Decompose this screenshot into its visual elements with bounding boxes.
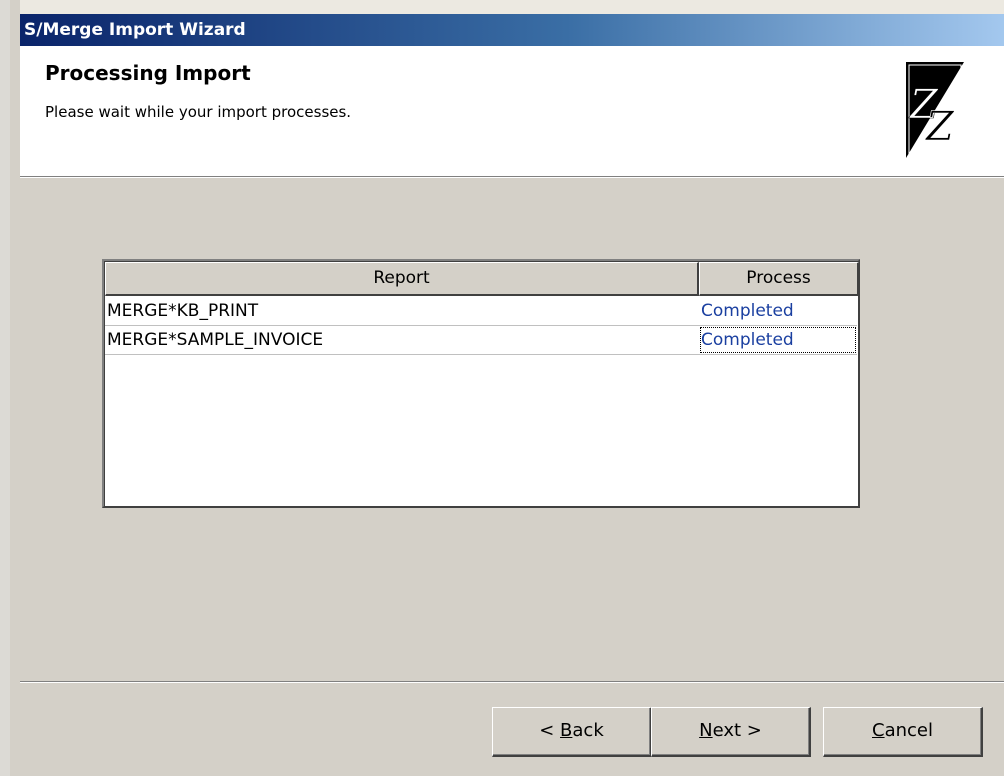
process-status-cell: Completed <box>701 301 794 321</box>
footer-separator <box>20 681 1004 683</box>
list-item[interactable]: MERGE*SAMPLE_INVOICE Completed <box>105 326 857 355</box>
cancel-button-mnemonic: C <box>872 720 885 741</box>
next-button[interactable]: Next > <box>651 707 811 757</box>
list-item[interactable]: MERGE*KB_PRINT Completed <box>105 297 857 326</box>
report-name-cell: MERGE*SAMPLE_INVOICE <box>107 330 324 350</box>
wizard-header: Processing Import Please wait while your… <box>20 46 1004 176</box>
cancel-button-label: ancel <box>884 720 933 741</box>
column-header-report[interactable]: Report <box>105 262 699 296</box>
window-title: S/Merge Import Wizard <box>24 20 246 40</box>
zz-logo-icon: Z Z <box>906 62 964 158</box>
top-strip <box>20 0 1004 14</box>
page-title: Processing Import <box>45 61 251 85</box>
import-report-list[interactable]: Report Process MERGE*KB_PRINT Completed … <box>102 259 860 508</box>
next-button-mnemonic: N <box>699 720 713 741</box>
list-rows: MERGE*KB_PRINT Completed MERGE*SAMPLE_IN… <box>105 297 857 355</box>
back-button-label: ack <box>572 720 604 741</box>
svg-text:Z: Z <box>924 104 955 150</box>
process-status-cell: Completed <box>699 326 857 354</box>
list-header: Report Process <box>105 262 859 296</box>
back-button-prefix: < <box>539 720 561 741</box>
back-button-mnemonic: B <box>560 720 573 741</box>
report-name-cell: MERGE*KB_PRINT <box>107 301 259 321</box>
column-header-process[interactable]: Process <box>699 262 859 296</box>
cancel-button[interactable]: Cancel <box>823 707 983 757</box>
page-subtitle: Please wait while your import processes. <box>45 103 352 121</box>
back-button[interactable]: < Back <box>492 707 652 757</box>
wizard-window: S/Merge Import Wizard Processing Import … <box>0 0 1004 776</box>
next-button-label: ext > <box>712 720 762 741</box>
title-bar[interactable]: S/Merge Import Wizard <box>20 14 1004 46</box>
header-separator <box>20 176 1004 178</box>
